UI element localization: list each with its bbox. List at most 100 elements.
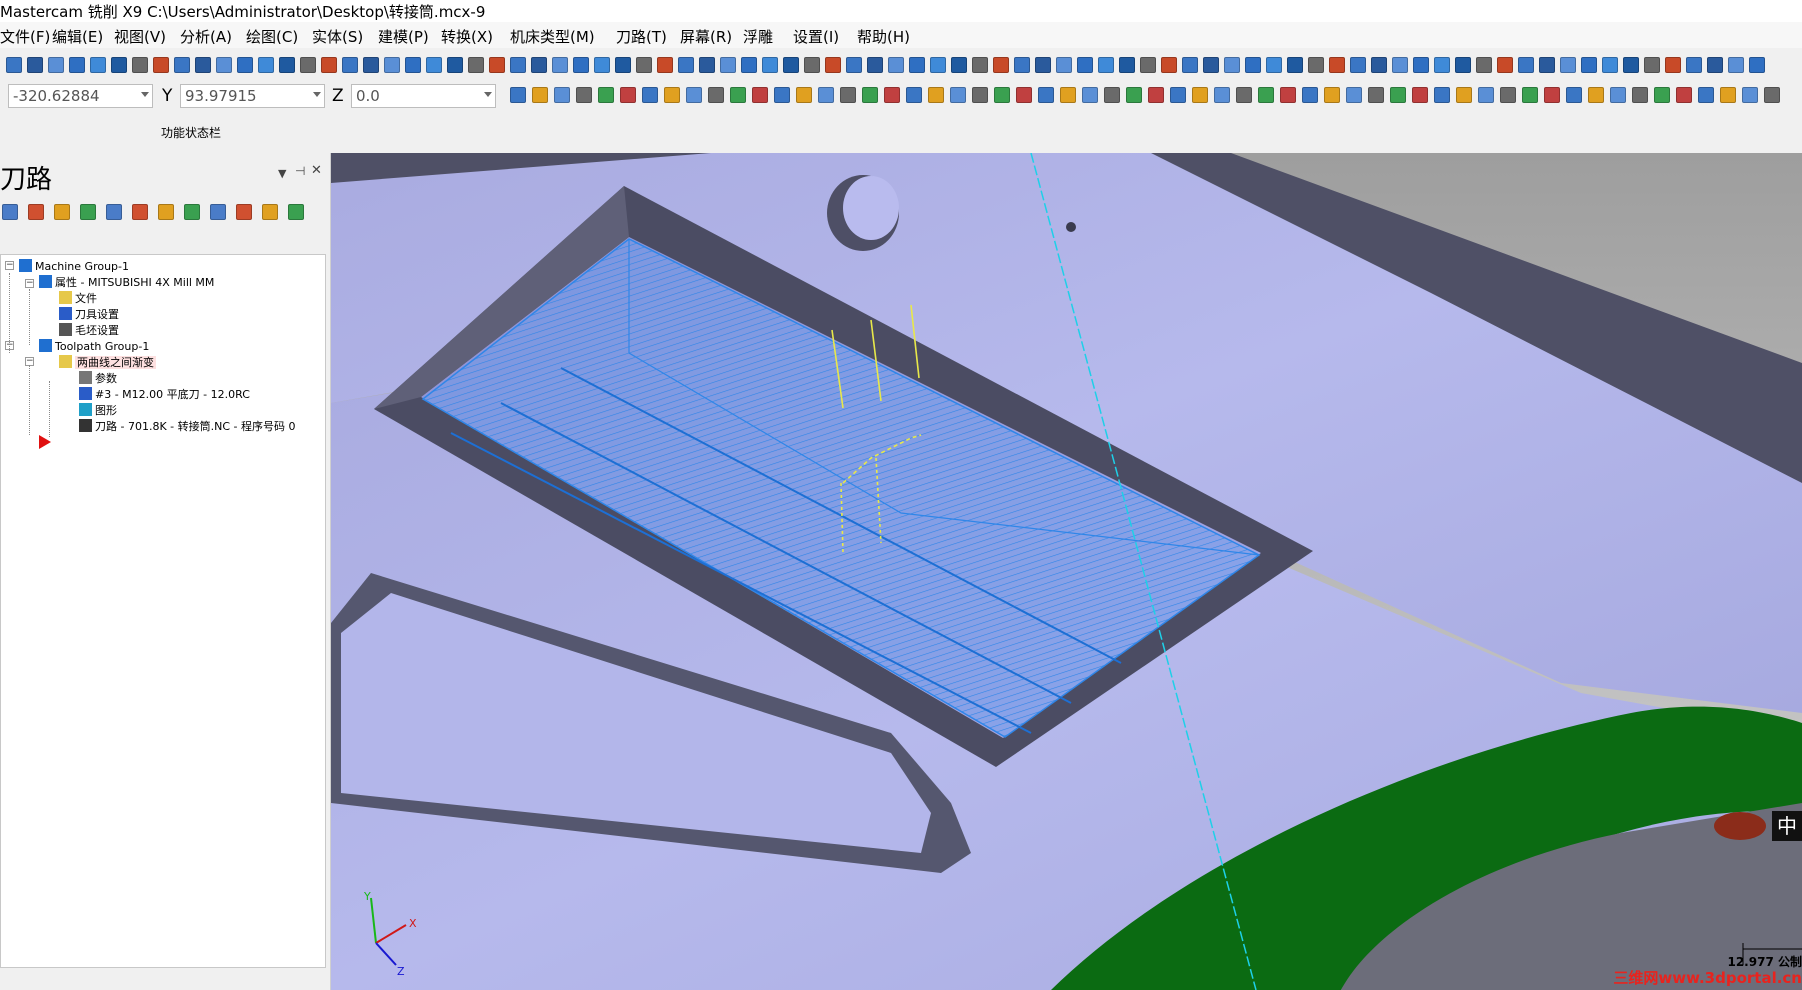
menu-item-0[interactable]: 文件(F) <box>0 26 50 47</box>
toolbar-button-icon[interactable] <box>576 87 592 103</box>
toolbar-button-icon[interactable] <box>384 57 400 73</box>
toolbar-button-icon[interactable] <box>531 57 547 73</box>
toolbar-button-icon[interactable] <box>1412 87 1428 103</box>
insert-arrow-icon[interactable] <box>39 435 51 449</box>
toolbar-button-icon[interactable] <box>620 87 636 103</box>
toolbar-button-icon[interactable] <box>216 57 232 73</box>
toolbar-button-icon[interactable] <box>90 57 106 73</box>
toolbar-button-icon[interactable] <box>1720 87 1736 103</box>
toolbar-button-icon[interactable] <box>1056 57 1072 73</box>
toolbar-button-icon[interactable] <box>132 204 148 220</box>
toolbar-button-icon[interactable] <box>1302 87 1318 103</box>
toolbar-button-icon[interactable] <box>762 57 778 73</box>
toolbar-button-icon[interactable] <box>1170 87 1186 103</box>
toolbar-button-icon[interactable] <box>972 87 988 103</box>
toolbar-button-icon[interactable] <box>1161 57 1177 73</box>
toolbar-button-icon[interactable] <box>1497 57 1513 73</box>
toolbar-button-icon[interactable] <box>1434 87 1450 103</box>
toolbar-button-icon[interactable] <box>928 87 944 103</box>
tree-node[interactable]: 毛坯设置 <box>59 323 119 339</box>
z-coordinate-field[interactable]: 0.0 <box>351 84 496 108</box>
toolbar-button-icon[interactable] <box>1214 87 1230 103</box>
menu-item-12[interactable]: 设置(I) <box>793 26 839 47</box>
toolbar-button-icon[interactable] <box>1518 57 1534 73</box>
toolbar-button-icon[interactable] <box>195 57 211 73</box>
toolbar-button-icon[interactable] <box>1258 87 1274 103</box>
toolbar-button-icon[interactable] <box>69 57 85 73</box>
tree-node[interactable]: 属性 - MITSUBISHI 4X Mill MM <box>39 275 214 291</box>
toolbar-button-icon[interactable] <box>573 57 589 73</box>
toolbar-button-icon[interactable] <box>300 57 316 73</box>
toolbar-button-icon[interactable] <box>1098 57 1114 73</box>
y-coordinate-field[interactable]: 93.97915 <box>180 84 325 108</box>
menu-item-10[interactable]: 屏幕(R) <box>680 26 732 47</box>
menu-item-8[interactable]: 机床类型(M) <box>510 26 595 47</box>
toolbar-button-icon[interactable] <box>1581 57 1597 73</box>
toolbar-button-icon[interactable] <box>279 57 295 73</box>
toolbar-button-icon[interactable] <box>510 57 526 73</box>
toolbar-button-icon[interactable] <box>1764 87 1780 103</box>
toolbar-button-icon[interactable] <box>1016 87 1032 103</box>
toolbar-button-icon[interactable] <box>1522 87 1538 103</box>
toolbar-button-icon[interactable] <box>1455 57 1471 73</box>
toolbar-button-icon[interactable] <box>888 57 904 73</box>
toolbar-button-icon[interactable] <box>1140 57 1156 73</box>
toolbar-button-icon[interactable] <box>664 87 680 103</box>
toolbar-button-icon[interactable] <box>846 57 862 73</box>
toolbar-button-icon[interactable] <box>1644 57 1660 73</box>
tree-node[interactable]: 图形 <box>79 403 117 419</box>
toolbar-button-icon[interactable] <box>321 57 337 73</box>
toolbar-button-icon[interactable] <box>363 57 379 73</box>
menu-item-7[interactable]: 转换(X) <box>441 26 493 47</box>
toolbar-button-icon[interactable] <box>1602 57 1618 73</box>
toolbar-button-icon[interactable] <box>1560 57 1576 73</box>
toolbar-button-icon[interactable] <box>1456 87 1472 103</box>
tree-node[interactable]: Machine Group-1 <box>19 259 129 275</box>
toolbar-button-icon[interactable] <box>184 204 200 220</box>
toolbar-button-icon[interactable] <box>1126 87 1142 103</box>
toolbar-button-icon[interactable] <box>1610 87 1626 103</box>
menu-item-9[interactable]: 刀路(T) <box>616 26 667 47</box>
toolbar-button-icon[interactable] <box>1014 57 1030 73</box>
toolbar-button-icon[interactable] <box>80 204 96 220</box>
toolbar-button-icon[interactable] <box>1104 87 1120 103</box>
toolbar-button-icon[interactable] <box>825 57 841 73</box>
toolbar-button-icon[interactable] <box>132 57 148 73</box>
tree-node[interactable]: 文件 <box>59 291 97 307</box>
toolbar-button-icon[interactable] <box>1266 57 1282 73</box>
menu-item-2[interactable]: 视图(V) <box>114 26 166 47</box>
toolbar-button-icon[interactable] <box>158 204 174 220</box>
toolbar-button-icon[interactable] <box>741 57 757 73</box>
toolbar-button-icon[interactable] <box>1390 87 1406 103</box>
graphics-viewport[interactable]: Y X Z 中 12.977 公制 三维网www.3dportal.cn <box>331 153 1802 990</box>
toolbar-button-icon[interactable] <box>720 57 736 73</box>
toolbar-button-icon[interactable] <box>615 57 631 73</box>
toolbar-button-icon[interactable] <box>678 57 694 73</box>
toolbar-button-icon[interactable] <box>1371 57 1387 73</box>
toolbar-button-icon[interactable] <box>532 87 548 103</box>
toolbar-button-icon[interactable] <box>1203 57 1219 73</box>
toolbar-button-icon[interactable] <box>510 87 526 103</box>
toolbar-button-icon[interactable] <box>950 87 966 103</box>
close-icon[interactable]: ✕ <box>311 163 322 178</box>
toolbar-button-icon[interactable] <box>1324 87 1340 103</box>
toolbar-button-icon[interactable] <box>1623 57 1639 73</box>
toolbar-button-icon[interactable] <box>1434 57 1450 73</box>
toolbar-button-icon[interactable] <box>636 57 652 73</box>
toolbar-button-icon[interactable] <box>1665 57 1681 73</box>
panel-menu-icon[interactable]: ▼ <box>278 167 286 180</box>
menu-item-5[interactable]: 实体(S) <box>312 26 363 47</box>
toolbar-button-icon[interactable] <box>258 57 274 73</box>
toolbar-button-icon[interactable] <box>730 87 746 103</box>
toolbar-button-icon[interactable] <box>210 204 226 220</box>
pin-icon[interactable]: ⊣ <box>295 164 305 178</box>
toolbar-button-icon[interactable] <box>174 57 190 73</box>
toolbar-button-icon[interactable] <box>1728 57 1744 73</box>
toolbar-button-icon[interactable] <box>48 57 64 73</box>
toolbar-button-icon[interactable] <box>774 87 790 103</box>
toolbar-button-icon[interactable] <box>1368 87 1384 103</box>
toolbar-button-icon[interactable] <box>752 87 768 103</box>
toolbar-button-icon[interactable] <box>972 57 988 73</box>
toolbar-button-icon[interactable] <box>1539 57 1555 73</box>
toolbar-button-icon[interactable] <box>1148 87 1164 103</box>
